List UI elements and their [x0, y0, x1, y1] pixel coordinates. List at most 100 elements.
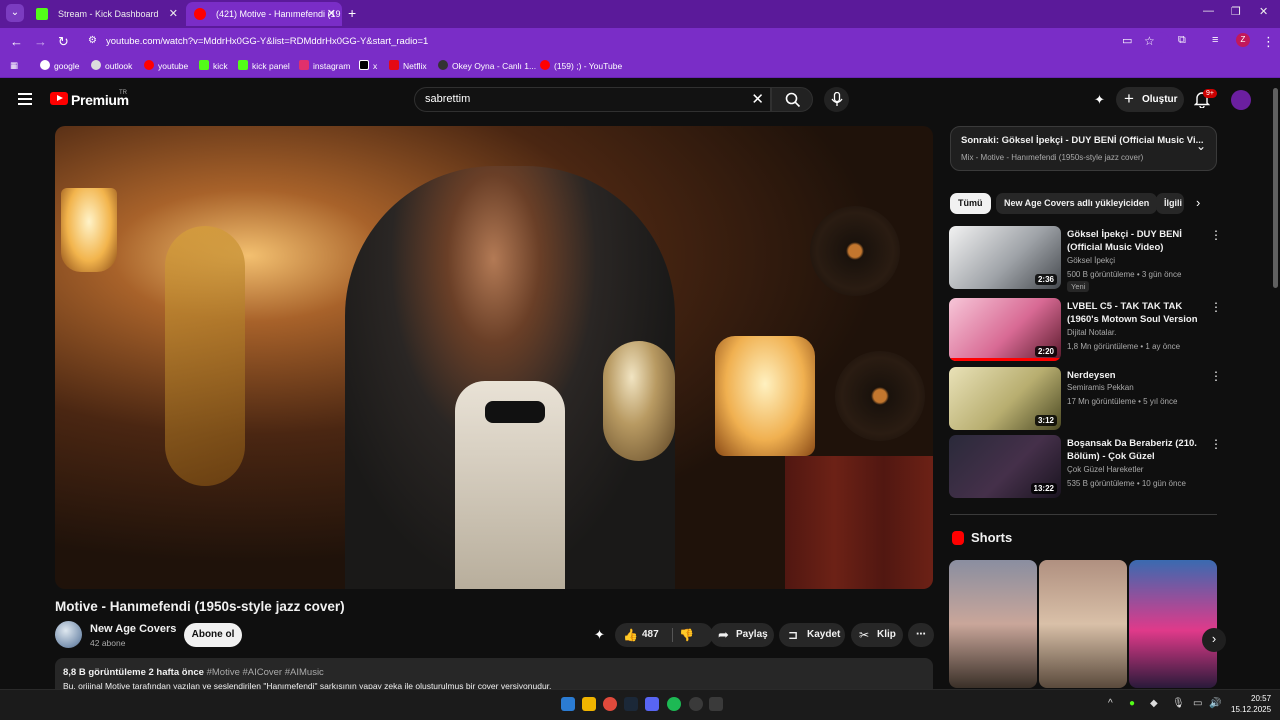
- hamburger-menu-icon[interactable]: [18, 93, 32, 108]
- cast-sparkle-icon[interactable]: ✦: [1094, 92, 1105, 108]
- short-thumbnail[interactable]: [949, 560, 1037, 688]
- dislike-button[interactable]: 👎: [679, 623, 694, 649]
- bookmark-x[interactable]: x: [359, 60, 377, 71]
- menu-icon[interactable]: ⋮: [1262, 34, 1275, 50]
- forward-button[interactable]: →: [34, 34, 47, 49]
- video-title: Motive - Hanımefendi (1950s-style jazz c…: [55, 599, 345, 614]
- chevron-right-icon[interactable]: ›: [1196, 195, 1200, 210]
- channel-avatar[interactable]: [55, 621, 82, 648]
- tab-search-button[interactable]: ⌄: [6, 4, 24, 22]
- close-tab-icon[interactable]: ✕: [169, 2, 178, 26]
- tab-youtube-active[interactable]: (421) Motive - Hanımefendi (19 ✕: [186, 2, 342, 26]
- bookmark-label: youtube: [158, 61, 189, 71]
- youtube-logo-icon[interactable]: [50, 92, 68, 105]
- back-button[interactable]: ←: [10, 34, 23, 49]
- bookmark-netflix[interactable]: Netflix: [389, 60, 427, 71]
- channel-name: Semiramis Pekkan: [1067, 383, 1134, 392]
- close-window-icon[interactable]: ✕: [1259, 5, 1268, 18]
- chip-from-uploader[interactable]: New Age Covers adlı yükleyiciden: [996, 193, 1158, 214]
- tray-app-icon[interactable]: ●: [1129, 698, 1135, 709]
- channel-name[interactable]: New Age Covers: [90, 623, 176, 635]
- address-bar[interactable]: ⚙ youtube.com/watch?v=MddrHx0GG-Y&list=R…: [80, 32, 1170, 53]
- search-input[interactable]: sabrettim ✕: [414, 87, 771, 112]
- up-next-panel[interactable]: Sonraki: Göksel İpekçi - DUY BENİ (Offic…: [950, 126, 1217, 171]
- extensions-icon[interactable]: ⧉: [1178, 34, 1186, 47]
- shorts-next-button[interactable]: ›: [1202, 628, 1226, 652]
- recommended-video[interactable]: 2:20 LVBEL C5 - TAK TAK TAK (1960's Moto…: [949, 298, 1217, 362]
- bookmark-youtube[interactable]: youtube: [144, 60, 188, 71]
- restore-icon[interactable]: ❐: [1231, 5, 1241, 18]
- discord-icon[interactable]: [645, 697, 659, 711]
- tab-kick-dashboard[interactable]: Stream - Kick Dashboard ✕: [28, 2, 184, 26]
- tray-steam-icon[interactable]: ◆: [1150, 698, 1158, 709]
- tray-chevron-icon[interactable]: ^: [1108, 698, 1113, 709]
- start-menu-icon[interactable]: [561, 697, 575, 711]
- close-tab-icon[interactable]: ✕: [327, 2, 336, 26]
- chip-related[interactable]: İlgili: [1156, 193, 1184, 214]
- profile-avatar[interactable]: Z: [1236, 33, 1250, 47]
- like-button[interactable]: 👍: [623, 623, 638, 649]
- hashtags[interactable]: #Motive #AICover #AIMusic: [207, 667, 324, 678]
- video-thumbnail[interactable]: 2:20: [949, 298, 1061, 361]
- new-tab-button[interactable]: +: [348, 5, 356, 21]
- bookmark-kick[interactable]: kick: [199, 60, 228, 71]
- tray-mic-icon[interactable]: 🎙: [1172, 698, 1185, 709]
- chrome-icon[interactable]: [603, 697, 617, 711]
- steam-icon[interactable]: [624, 697, 638, 711]
- scrollbar-thumb[interactable]: [1273, 88, 1278, 288]
- video-meta: 535 B görüntüleme • 10 gün önce: [1067, 479, 1186, 488]
- apps-icon[interactable]: ▦: [10, 60, 18, 71]
- short-thumbnail[interactable]: [1039, 560, 1127, 688]
- page-scrollbar[interactable]: [1271, 80, 1280, 688]
- system-clock[interactable]: 20:57 15.12.2025: [1231, 693, 1271, 715]
- more-vertical-icon[interactable]: ⋮: [1210, 228, 1222, 242]
- bookmark-label: x: [373, 61, 378, 71]
- video-thumbnail[interactable]: 2:36: [949, 226, 1061, 289]
- video-player[interactable]: [55, 126, 933, 589]
- bookmark-okey[interactable]: Okey Oyna - Canlı 1...: [438, 60, 536, 71]
- app-icon[interactable]: [709, 697, 723, 711]
- url-text: youtube.com/watch?v=MddrHx0GG-Y&list=RDM…: [106, 36, 429, 47]
- recommended-video[interactable]: 13:22 Boşansak Da Beraberiz (210. Bölüm)…: [949, 435, 1217, 499]
- site-info-icon[interactable]: ⚙: [88, 35, 97, 46]
- spotify-icon[interactable]: [667, 697, 681, 711]
- save-button[interactable]: ⊐ Kaydet: [779, 623, 845, 647]
- network-icon[interactable]: ▭: [1193, 698, 1202, 709]
- volume-icon[interactable]: 🔊: [1209, 698, 1221, 709]
- bookmark-outlook[interactable]: outlook: [91, 60, 132, 71]
- reload-button[interactable]: ↻: [58, 34, 69, 50]
- bookmark-youtube-2[interactable]: (159) ;) - YouTube: [540, 60, 622, 71]
- file-explorer-icon[interactable]: [582, 697, 596, 711]
- clear-search-icon[interactable]: ✕: [751, 90, 764, 108]
- bookmark-kick-panel[interactable]: kick panel: [238, 60, 290, 71]
- more-vertical-icon[interactable]: ⋮: [1210, 369, 1222, 383]
- wall-lamp-left: [61, 188, 117, 272]
- video-thumbnail[interactable]: 3:12: [949, 367, 1061, 430]
- more-actions-button[interactable]: ⋯: [908, 623, 934, 647]
- bookmark-label: instagram: [313, 61, 351, 71]
- chevron-down-icon[interactable]: ⌄: [1196, 139, 1206, 153]
- recommended-video[interactable]: 3:12 Nerdeysen Semiramis Pekkan 17 Mn gö…: [949, 367, 1217, 431]
- short-thumbnail[interactable]: [1129, 560, 1217, 688]
- minimize-icon[interactable]: —: [1203, 5, 1214, 17]
- subscribe-button[interactable]: Abone ol: [184, 623, 242, 647]
- account-avatar[interactable]: [1231, 90, 1251, 110]
- search-button[interactable]: [771, 87, 813, 112]
- bookmark-google[interactable]: google: [40, 60, 80, 71]
- obs-icon[interactable]: [689, 697, 703, 711]
- video-thumbnail[interactable]: 13:22: [949, 435, 1061, 498]
- chip-all[interactable]: Tümü: [950, 193, 991, 214]
- cast-icon[interactable]: ▭: [1122, 34, 1132, 47]
- bookmark-star-icon[interactable]: ☆: [1144, 34, 1155, 48]
- bookmark-instagram[interactable]: instagram: [299, 60, 350, 71]
- clip-button[interactable]: ✂ Klip: [851, 623, 903, 647]
- media-control-icon[interactable]: ≡: [1212, 34, 1218, 46]
- recommended-video[interactable]: 2:36 Göksel İpekçi - DUY BENİ (Official …: [949, 226, 1217, 292]
- share-icon: ➦: [718, 627, 729, 642]
- create-button[interactable]: Oluştur: [1116, 86, 1184, 112]
- more-vertical-icon[interactable]: ⋮: [1210, 300, 1222, 314]
- more-vertical-icon[interactable]: ⋮: [1210, 437, 1222, 451]
- ask-sparkle-icon[interactable]: ✦: [594, 627, 605, 643]
- voice-search-button[interactable]: [824, 87, 849, 112]
- share-button[interactable]: ➦ Paylaş: [710, 623, 774, 647]
